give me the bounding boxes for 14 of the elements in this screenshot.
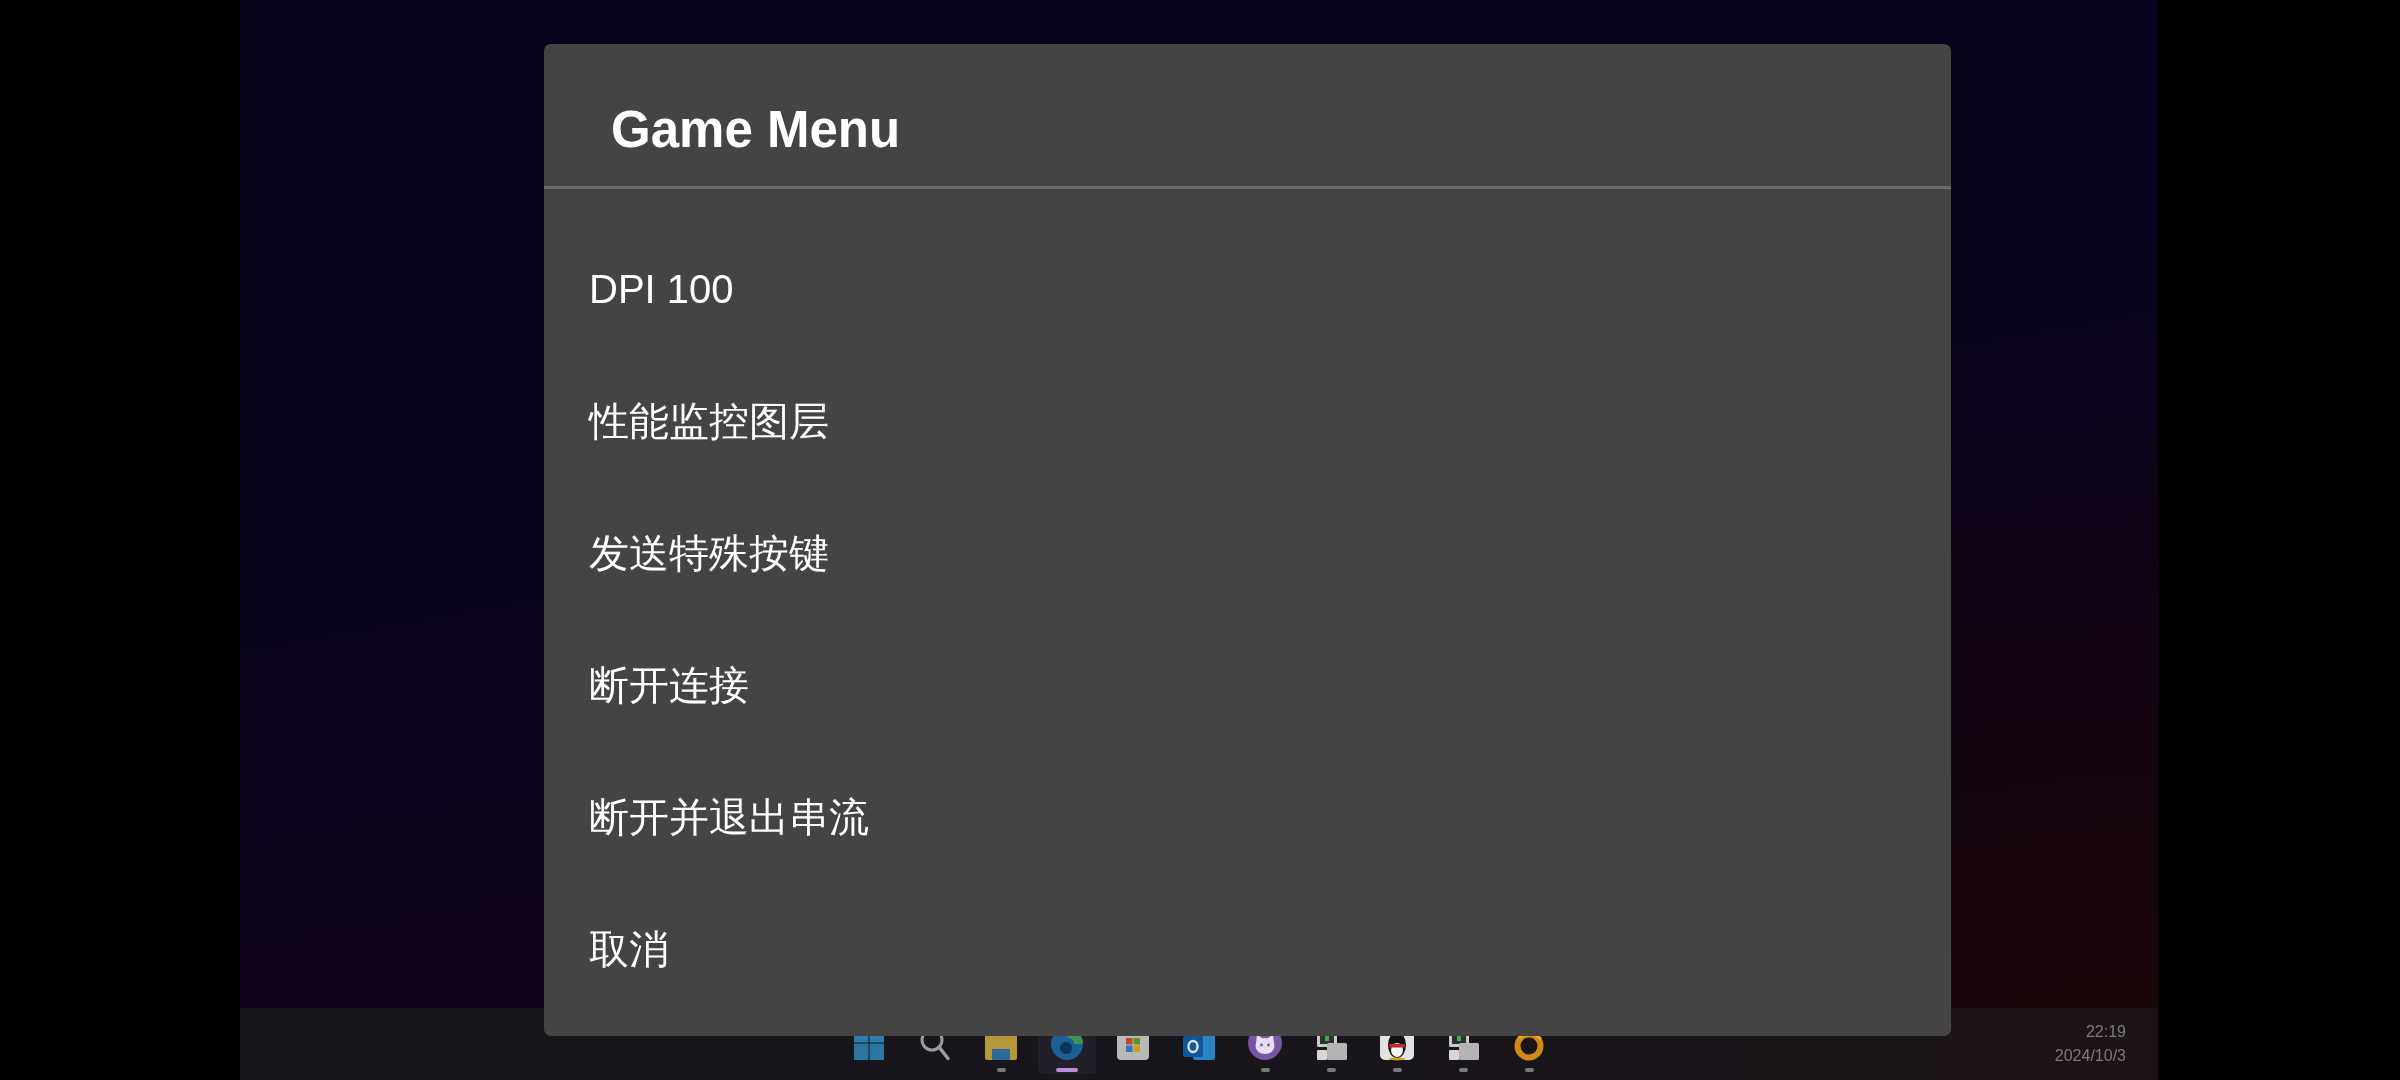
menu-item[interactable]: 发送特殊按键 xyxy=(589,525,829,581)
menu-item[interactable]: 断开并退出串流 xyxy=(589,789,869,845)
taskbar-button[interactable] xyxy=(1038,1036,1096,1074)
colored-squares-tile-icon[interactable] xyxy=(1115,1036,1151,1061)
dialog-title: Game Menu xyxy=(611,99,901,159)
menu-item[interactable]: 取消 xyxy=(589,921,669,977)
four-squares-icon[interactable] xyxy=(851,1036,887,1061)
menu-item[interactable]: 性能监控图层 xyxy=(589,393,829,449)
penguin-icon[interactable] xyxy=(1379,1036,1415,1061)
menu-item[interactable]: 断开连接 xyxy=(589,657,749,713)
clock-time: 22:19 xyxy=(2085,1022,2126,1042)
menu-item[interactable]: DPI 100 xyxy=(589,266,734,312)
folder-icon[interactable] xyxy=(983,1036,1019,1061)
clock-date: 2024/10/3 xyxy=(2054,1046,2126,1066)
